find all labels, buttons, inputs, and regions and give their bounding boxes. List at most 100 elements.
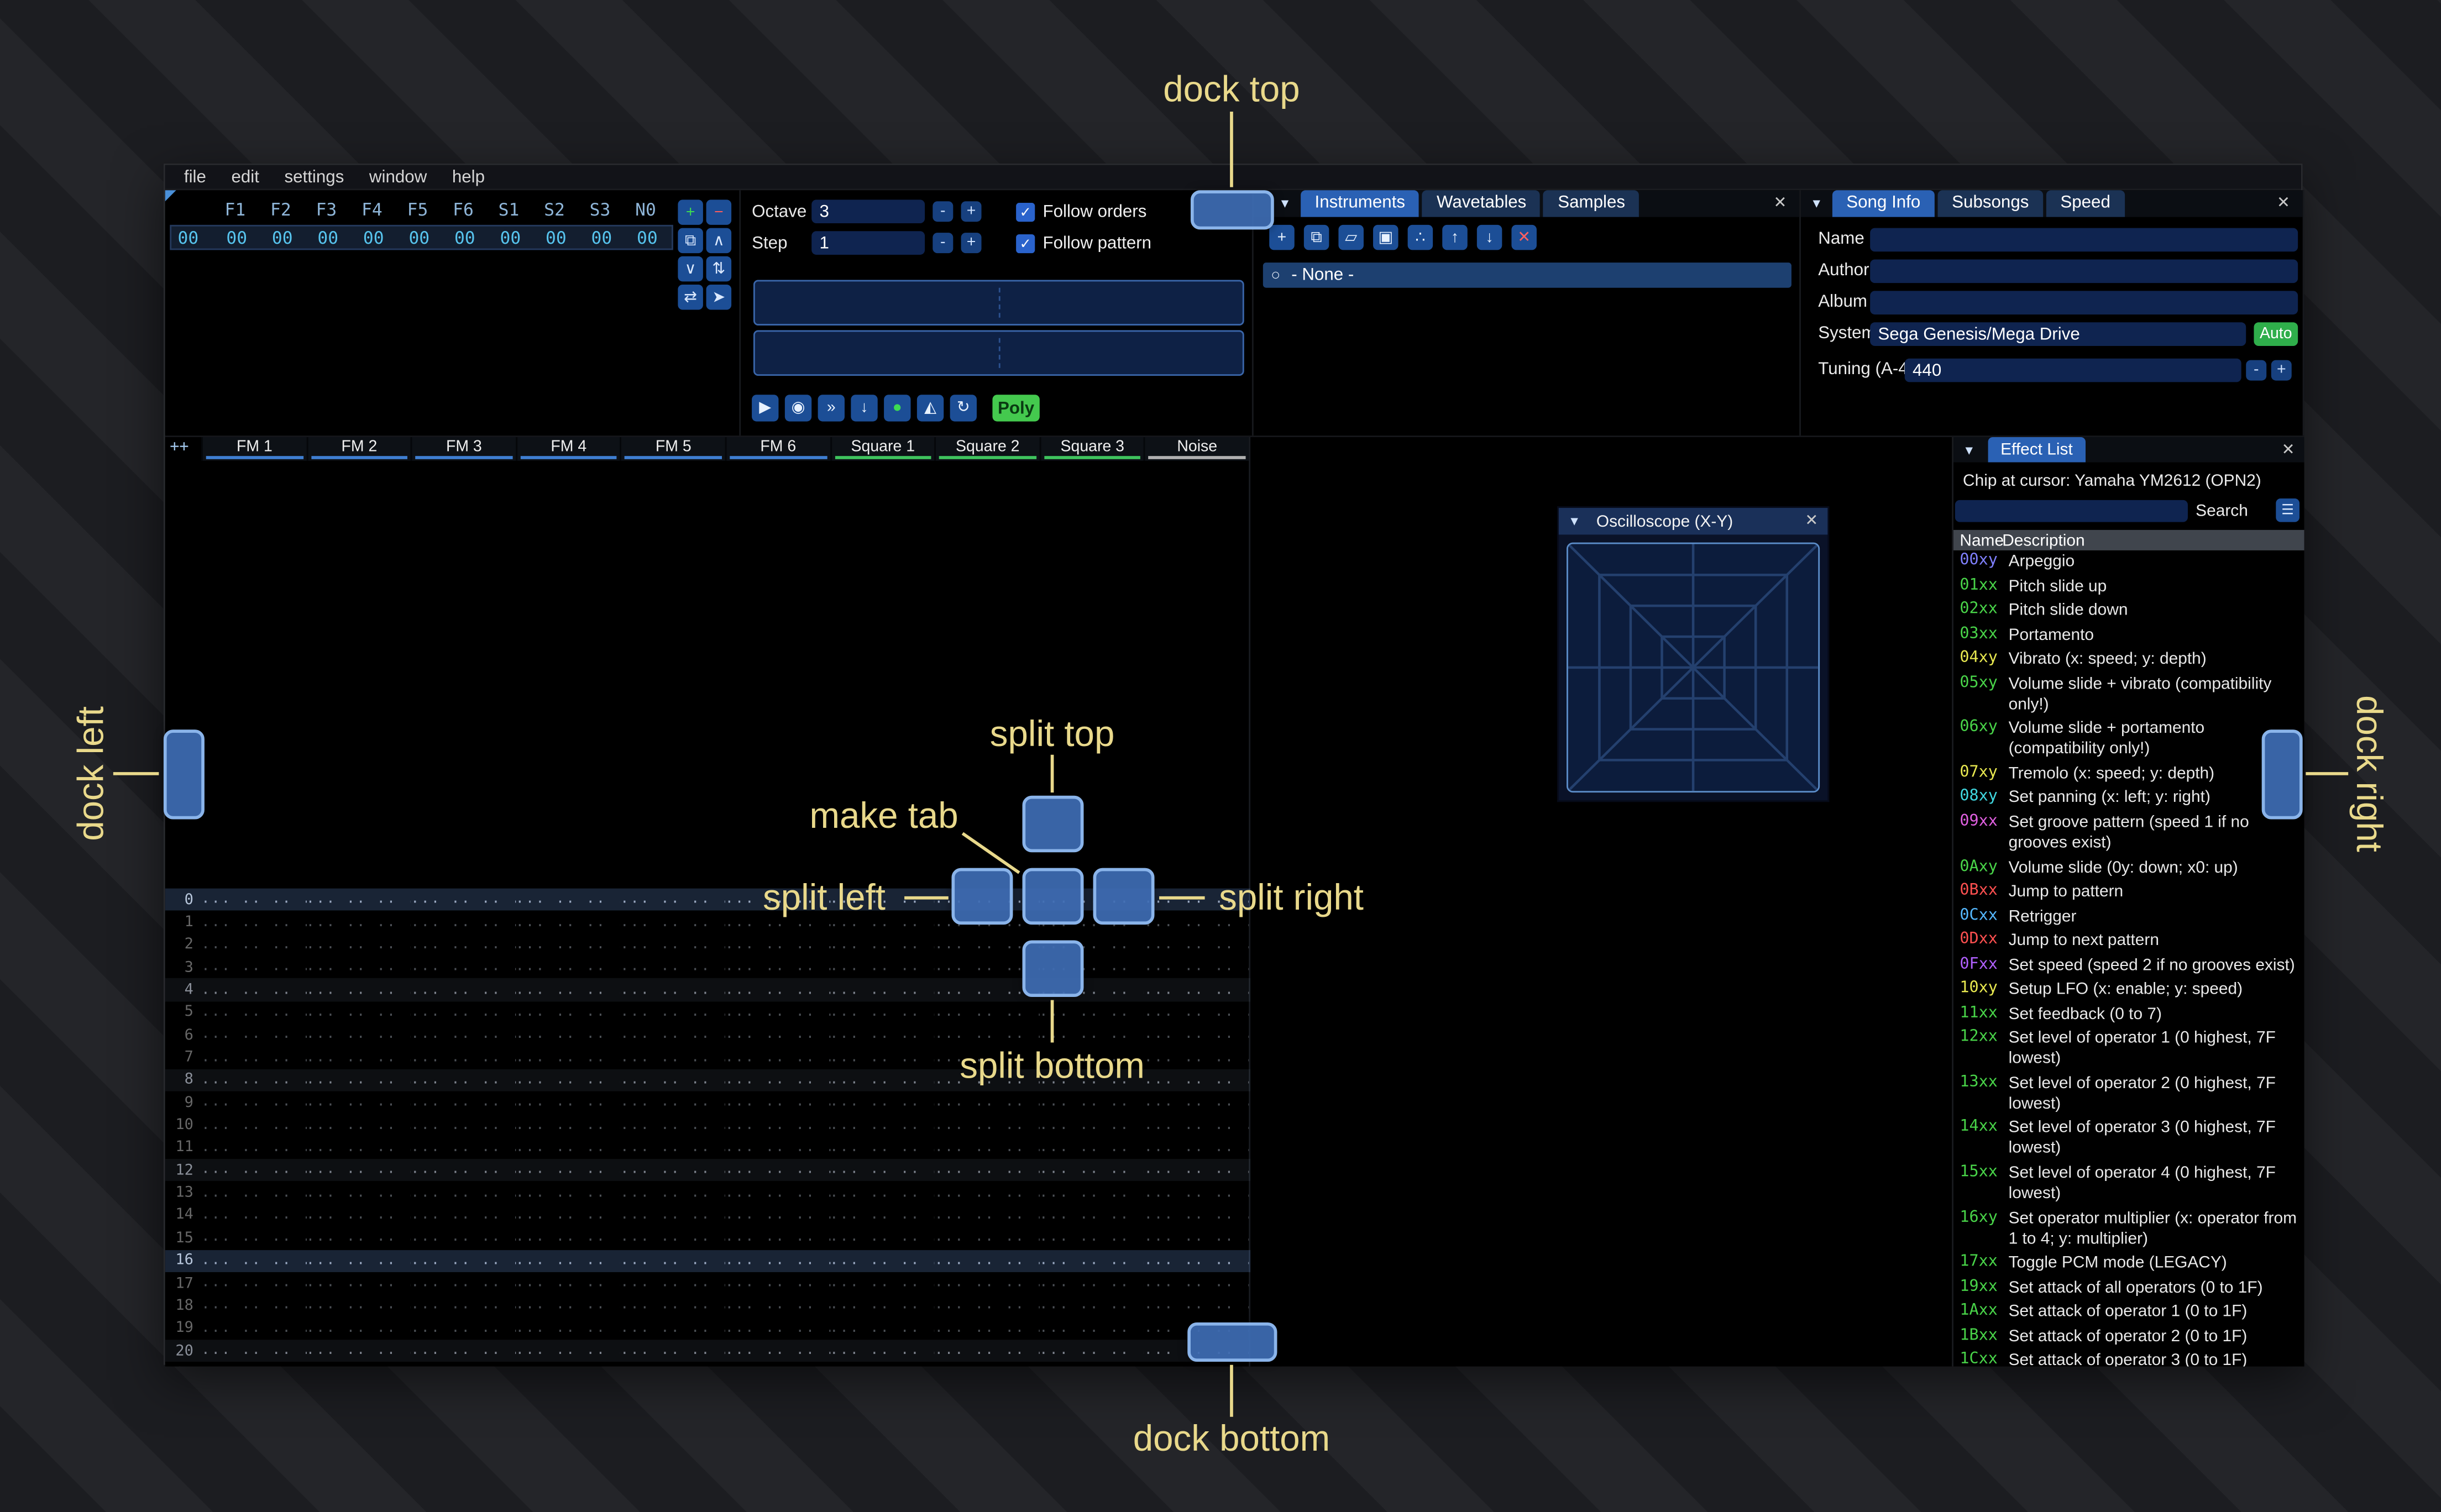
pattern-cell[interactable]: ... .. .. ... bbox=[411, 1140, 515, 1156]
effect-row[interactable]: 17xx Toggle PCM mode (LEGACY) bbox=[1953, 1252, 2304, 1276]
effect-row[interactable]: 0Dxx Jump to next pattern bbox=[1953, 929, 2304, 953]
split-left-target[interactable] bbox=[951, 868, 1013, 925]
pattern-cell[interactable]: ... .. .. ... bbox=[201, 1185, 306, 1200]
instrument-list-item[interactable]: ○ - None - bbox=[1263, 262, 1792, 288]
close-icon[interactable]: ✕ bbox=[1805, 513, 1818, 530]
effect-row[interactable]: 12xx Set level of operator 1 (0 highest,… bbox=[1953, 1027, 2304, 1072]
pattern-cell[interactable]: ... .. .. ... bbox=[1144, 1253, 1249, 1268]
pattern-row[interactable]: 20... .. .. ...... .. .. ...... .. .. ..… bbox=[165, 1339, 1251, 1362]
repeat-pattern-button[interactable]: ↻ bbox=[950, 395, 977, 422]
step-plus-button[interactable]: + bbox=[961, 233, 982, 254]
pattern-cell[interactable]: ... .. .. ... bbox=[411, 1117, 515, 1133]
pattern-cell[interactable]: ... .. .. ... bbox=[725, 1072, 830, 1088]
note-preview-upper[interactable] bbox=[753, 280, 1244, 326]
effect-row[interactable]: 19xx Set attack of all operators (0 to 1… bbox=[1953, 1276, 2304, 1300]
pattern-cell[interactable]: ... .. .. ... bbox=[1039, 1298, 1144, 1313]
pattern-cell[interactable]: ... .. .. ... bbox=[620, 1275, 725, 1291]
effect-row[interactable]: 1Bxx Set attack of operator 2 (0 to 1F) bbox=[1953, 1325, 2304, 1349]
pattern-cell[interactable]: ... .. .. ... bbox=[620, 982, 725, 998]
tab-subsongs[interactable]: Subsongs bbox=[1937, 190, 2044, 217]
pattern-cell[interactable]: ... .. .. ... bbox=[830, 1185, 934, 1200]
dock-top-target[interactable] bbox=[1190, 190, 1274, 230]
pattern-row[interactable]: 11... .. .. ...... .. .. ...... .. .. ..… bbox=[165, 1137, 1250, 1159]
pattern-cell[interactable]: ... .. .. ... bbox=[1039, 1095, 1144, 1110]
order-cell[interactable]: 00 bbox=[305, 227, 351, 248]
effect-row[interactable]: 03xx Portamento bbox=[1953, 623, 2304, 648]
tuning-input[interactable]: 440 bbox=[1904, 358, 2241, 382]
order-cell[interactable]: 00 bbox=[625, 227, 671, 248]
pattern-cell[interactable]: ... .. .. ... bbox=[935, 1298, 1039, 1313]
channel-header[interactable]: FM 4 bbox=[515, 437, 621, 461]
pattern-cell[interactable]: ... .. .. ... bbox=[516, 1095, 620, 1110]
pattern-cell[interactable]: ... .. .. ... bbox=[516, 1253, 620, 1268]
order-cell[interactable]: 00 bbox=[396, 227, 442, 248]
pattern-cell[interactable]: ... .. .. ... bbox=[411, 1343, 515, 1358]
pattern-cell[interactable]: ... .. .. ... bbox=[935, 1140, 1039, 1156]
pattern-row[interactable]: 18... .. .. ...... .. .. ...... .. .. ..… bbox=[165, 1294, 1250, 1317]
pattern-cell[interactable]: ... .. .. ... bbox=[306, 1140, 411, 1156]
pattern-cell[interactable]: ... .. .. ... bbox=[516, 937, 620, 952]
pattern-cell[interactable]: ... .. .. ... bbox=[516, 1320, 620, 1336]
octave-plus-button[interactable]: + bbox=[961, 201, 982, 222]
pattern-cell[interactable]: ... .. .. ... bbox=[725, 1095, 830, 1110]
pattern-cell[interactable]: ... .. .. ... bbox=[516, 1027, 620, 1043]
pattern-cell[interactable]: ... .. .. ... bbox=[1144, 1185, 1249, 1200]
pattern-cell[interactable]: ... .. .. ... bbox=[201, 1275, 306, 1291]
pattern-row[interactable]: 4... .. .. ...... .. .. ...... .. .. ...… bbox=[165, 978, 1251, 1001]
pattern-row[interactable]: 0... .. .. ...... .. .. ...... .. .. ...… bbox=[165, 888, 1251, 911]
order-add-button[interactable]: + bbox=[678, 200, 703, 225]
pattern-cell[interactable]: ... .. .. ... bbox=[411, 1050, 515, 1065]
channel-header[interactable]: Square 1 bbox=[830, 437, 935, 461]
pattern-cell[interactable]: ... .. .. ... bbox=[1144, 1095, 1249, 1110]
tuning-plus-button[interactable]: + bbox=[2271, 360, 2292, 381]
pattern-cell[interactable]: ... .. .. ... bbox=[306, 1298, 411, 1313]
pattern-cell[interactable]: ... .. .. ... bbox=[935, 1366, 1039, 1367]
dock-right-target[interactable] bbox=[2261, 729, 2303, 820]
pattern-cell[interactable]: ... .. .. ... bbox=[935, 1320, 1039, 1336]
order-remove-button[interactable]: − bbox=[706, 200, 732, 225]
instrument-move-down-button[interactable]: ↓ bbox=[1476, 224, 1502, 250]
pattern-row[interactable]: 16... .. .. ...... .. .. ...... .. .. ..… bbox=[165, 1249, 1251, 1272]
pattern-cell[interactable]: ... .. .. ... bbox=[620, 1298, 725, 1313]
effect-row[interactable]: 01xx Pitch slide up bbox=[1953, 575, 2304, 599]
instrument-move-up-button[interactable]: ↑ bbox=[1442, 224, 1468, 250]
pattern-cell[interactable]: ... .. .. ... bbox=[725, 1343, 830, 1358]
pattern-cell[interactable]: ... .. .. ... bbox=[306, 982, 411, 998]
effect-row[interactable]: 0Bxx Jump to pattern bbox=[1953, 880, 2304, 905]
oscilloscope-titlebar[interactable]: ▼ Oscilloscope (X-Y) ✕ bbox=[1558, 508, 1828, 535]
tab-instruments[interactable]: Instruments bbox=[1300, 190, 1419, 217]
pattern-cell[interactable]: ... .. .. ... bbox=[411, 1230, 515, 1246]
pattern-row[interactable]: 1... .. .. ...... .. .. ...... .. .. ...… bbox=[165, 911, 1250, 933]
pattern-cell[interactable]: ... .. .. ... bbox=[830, 1050, 934, 1065]
pattern-cell[interactable]: ... .. .. ... bbox=[201, 1253, 306, 1268]
pattern-cell[interactable]: ... .. .. ... bbox=[620, 1253, 725, 1268]
effect-row[interactable]: 14xx Set level of operator 3 (0 highest,… bbox=[1953, 1117, 2304, 1162]
pattern-cell[interactable]: ... .. .. ... bbox=[411, 1366, 515, 1367]
step-input[interactable]: 1 bbox=[811, 231, 925, 255]
pattern-cell[interactable]: ... .. .. ... bbox=[935, 1117, 1039, 1133]
pattern-cell[interactable]: ... .. .. ... bbox=[830, 982, 934, 998]
pattern-cell[interactable]: ... .. .. ... bbox=[830, 1320, 934, 1336]
pattern-cell[interactable]: ... .. .. ... bbox=[830, 959, 934, 975]
pattern-cell[interactable]: ... .. .. ... bbox=[725, 1320, 830, 1336]
pattern-cell[interactable]: ... .. .. ... bbox=[830, 1253, 934, 1268]
channel-header[interactable]: FM 5 bbox=[620, 437, 725, 461]
pattern-cell[interactable]: ... .. .. ... bbox=[306, 1163, 411, 1178]
order-channel-header[interactable]: N0 bbox=[623, 200, 669, 220]
pattern-cell[interactable]: ... .. .. ... bbox=[935, 1005, 1039, 1020]
pattern-cell[interactable]: ... .. .. ... bbox=[306, 915, 411, 930]
pattern-cell[interactable]: ... .. .. ... bbox=[620, 1027, 725, 1043]
close-icon[interactable]: ✕ bbox=[2277, 195, 2290, 212]
pattern-cell[interactable]: ... .. .. ... bbox=[830, 1366, 934, 1367]
pattern-cell[interactable]: ... .. .. ... bbox=[306, 1230, 411, 1246]
pattern-cell[interactable]: ... .. .. ... bbox=[620, 1320, 725, 1336]
pattern-cell[interactable]: ... .. .. ... bbox=[516, 1163, 620, 1178]
effect-row[interactable]: 05xy Volume slide + vibrato (compatibili… bbox=[1953, 672, 2304, 717]
pattern-cell[interactable]: ... .. .. ... bbox=[620, 1230, 725, 1246]
pattern-cell[interactable]: ... .. .. ... bbox=[830, 1117, 934, 1133]
pattern-cell[interactable]: ... .. .. ... bbox=[1144, 1027, 1249, 1043]
pattern-cell[interactable]: ... .. .. ... bbox=[306, 1320, 411, 1336]
effect-row[interactable]: 1Axx Set attack of operator 1 (0 to 1F) bbox=[1953, 1300, 2304, 1325]
order-channel-header[interactable]: S2 bbox=[532, 200, 578, 220]
pattern-cell[interactable]: ... .. .. ... bbox=[411, 892, 515, 907]
